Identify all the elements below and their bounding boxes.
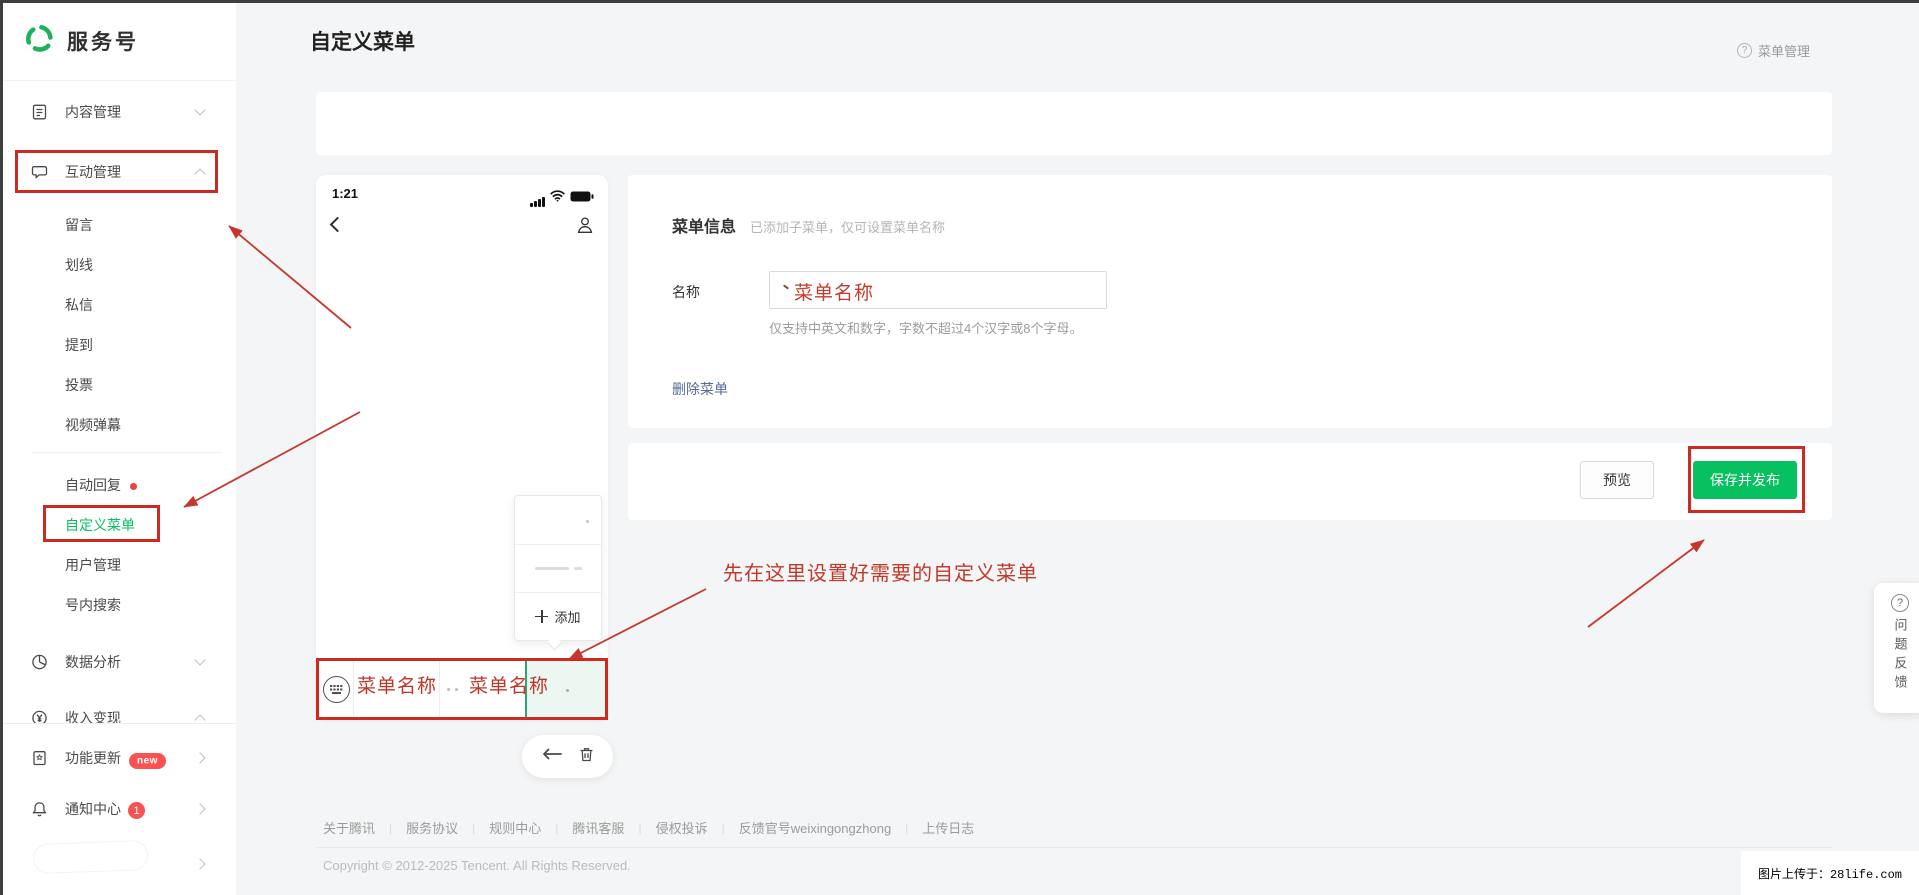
page-title: 自定义菜单 (310, 31, 415, 54)
submenu-popup: 添加 (514, 495, 602, 641)
back-arrow-icon[interactable] (541, 747, 563, 766)
wifi-icon (550, 189, 565, 207)
footer-link-upload-log[interactable]: 上传日志 (922, 818, 974, 837)
keyboard-icon (322, 675, 350, 703)
submenu-slot-redacted[interactable] (515, 544, 601, 592)
preview-button[interactable]: 预览 (1580, 461, 1654, 499)
window-left-edge (0, 0, 3, 895)
new-badge: new (129, 752, 166, 769)
sidebar-item-account-search[interactable]: 号内搜索 (3, 585, 236, 625)
question-icon: ? (1737, 43, 1752, 58)
brand-swirl-icon (23, 22, 56, 60)
app-title: 服务号 (67, 31, 139, 54)
chevron-right-icon (194, 752, 206, 764)
app-window: 服务号 内容管理 互动管理 留言 划线 私信 提到 投票 视频弹幕 自动回复 自… (0, 0, 1919, 895)
window-top-edge (0, 0, 1919, 3)
stray-mark (782, 284, 790, 290)
menu-name-value-annotation: 菜单名称 (794, 283, 875, 304)
name-field-label: 名称 (672, 284, 700, 300)
delete-menu-link[interactable]: 删除菜单 (672, 379, 728, 399)
add-submenu-button[interactable]: 添加 (515, 592, 601, 640)
menu-name-annotation-2: 菜单名称 (469, 676, 550, 697)
document-icon (31, 104, 48, 121)
sidebar: 服务号 内容管理 互动管理 留言 划线 私信 提到 投票 视频弹幕 自动回复 自… (3, 3, 236, 895)
footer-link-rules[interactable]: 规则中心 (489, 818, 541, 837)
book-icon (31, 750, 48, 767)
chevron-up-icon (194, 168, 206, 180)
arrow-to-save-button (1587, 539, 1705, 628)
sidebar-item-votes[interactable]: 投票 (3, 365, 236, 405)
menu-mgmt-help-link[interactable]: ? 菜单管理 (1737, 41, 1810, 60)
footer-link-support[interactable]: 腾讯客服 (572, 818, 624, 837)
phone-clock: 1:21 (332, 186, 359, 201)
watermark: 图片上传于：28life.com (1741, 851, 1919, 895)
redacted-account-name (32, 840, 149, 874)
redacted-submenu-label (573, 567, 582, 570)
sidebar-item-user-mgmt[interactable]: 用户管理 (3, 545, 236, 585)
chevron-down-icon (194, 104, 206, 116)
bell-icon (31, 801, 48, 818)
drag-dot (586, 520, 589, 523)
sidebar-item-notify-center[interactable]: 通知中心 1 (3, 789, 236, 829)
phone-status-icons (530, 189, 594, 207)
copyright: Copyright © 2012-2025 Tencent. All Right… (323, 858, 631, 873)
menu-name-input[interactable]: 菜单名称 (769, 271, 1107, 309)
publish-status-banner: 菜单已发布 可在手机查看菜单内容，若尚未生效，请稍后查看。若停用菜单，请点击这里 (316, 92, 1832, 237)
chat-icon (31, 164, 48, 181)
footer-link-about[interactable]: 关于腾讯 (323, 818, 375, 837)
redacted-submenu-label (534, 567, 569, 570)
footer-links: 关于腾讯 | 服务协议 | 规则中心 | 腾讯客服 | 侵权投诉 | 反馈官号weixin… (323, 818, 974, 837)
feedback-label: 问题反馈 (1892, 618, 1908, 694)
chevron-right-icon (194, 858, 206, 870)
sidebar-item-comments[interactable]: 留言 (3, 205, 236, 245)
sidebar-item-data-analysis[interactable]: 数据分析 (3, 642, 236, 682)
notification-count-badge: 1 (128, 802, 145, 820)
action-button-bar: 预览 保存并发布 (628, 443, 1832, 520)
sidebar-item-mentions[interactable]: 提到 (3, 325, 236, 365)
sidebar-item-auto-reply[interactable]: 自动回复 (3, 465, 236, 505)
submenu-slot-empty[interactable] (515, 496, 601, 544)
menu-info-subtitle: 已添加子菜单，仅可设置菜单名称 (750, 220, 946, 235)
faint-dots (447, 688, 458, 691)
menu-info-card: 菜单信息 已添加子菜单，仅可设置菜单名称 名称 菜单名称 仅支持中英文和数字，字… (628, 175, 1832, 428)
profile-person-icon[interactable] (575, 215, 595, 240)
battery-icon (570, 189, 594, 207)
question-icon: ? (1891, 594, 1909, 612)
divider (31, 452, 222, 453)
menu-toolbar-pill (522, 735, 613, 778)
sidebar-item-private-msg[interactable]: 私信 (3, 285, 236, 325)
pie-chart-icon (31, 654, 48, 671)
sidebar-item-interact-mgmt[interactable]: 互动管理 (3, 152, 236, 192)
footer-link-complaint[interactable]: 侵权投诉 (656, 818, 708, 837)
menu-name-annotation-1: 菜单名称 (357, 676, 438, 697)
chevron-right-icon (194, 803, 206, 815)
sidebar-item-video-danmu[interactable]: 视频弹幕 (3, 405, 236, 445)
menu-info-title: 菜单信息 (672, 219, 737, 236)
sidebar-item-underline[interactable]: 划线 (3, 245, 236, 285)
footer-divider (316, 847, 1832, 848)
chevron-down-icon (194, 654, 206, 666)
mini-dot (566, 689, 569, 692)
sidebar-bottom-section: 功能更新 new 通知中心 1 (3, 723, 236, 895)
feedback-widget[interactable]: ? 问题反馈 (1874, 583, 1919, 713)
tutorial-tip-text: 先在这里设置好需要的自定义菜单 (723, 563, 1038, 585)
save-publish-button[interactable]: 保存并发布 (1693, 461, 1797, 499)
footer-link-feedback-account[interactable]: 反馈官号weixingongzhong (739, 818, 891, 837)
app-logo: 服务号 (23, 22, 139, 60)
signal-icon (530, 196, 545, 207)
red-dot-badge (130, 483, 137, 490)
keyboard-toggle[interactable] (319, 661, 353, 717)
sidebar-item-content-mgmt[interactable]: 内容管理 (3, 92, 236, 132)
sidebar-item-custom-menu[interactable]: 自定义菜单 (3, 505, 236, 545)
trash-icon[interactable] (578, 746, 595, 768)
plus-icon (535, 610, 549, 623)
back-chevron-icon[interactable] (329, 216, 346, 233)
footer-link-terms[interactable]: 服务协议 (406, 818, 458, 837)
sidebar-item-feature-update[interactable]: 功能更新 new (3, 738, 236, 778)
divider (3, 80, 236, 81)
name-field-hint: 仅支持中英文和数字，字数不超过4个汉字或8个字母。 (769, 321, 1083, 336)
